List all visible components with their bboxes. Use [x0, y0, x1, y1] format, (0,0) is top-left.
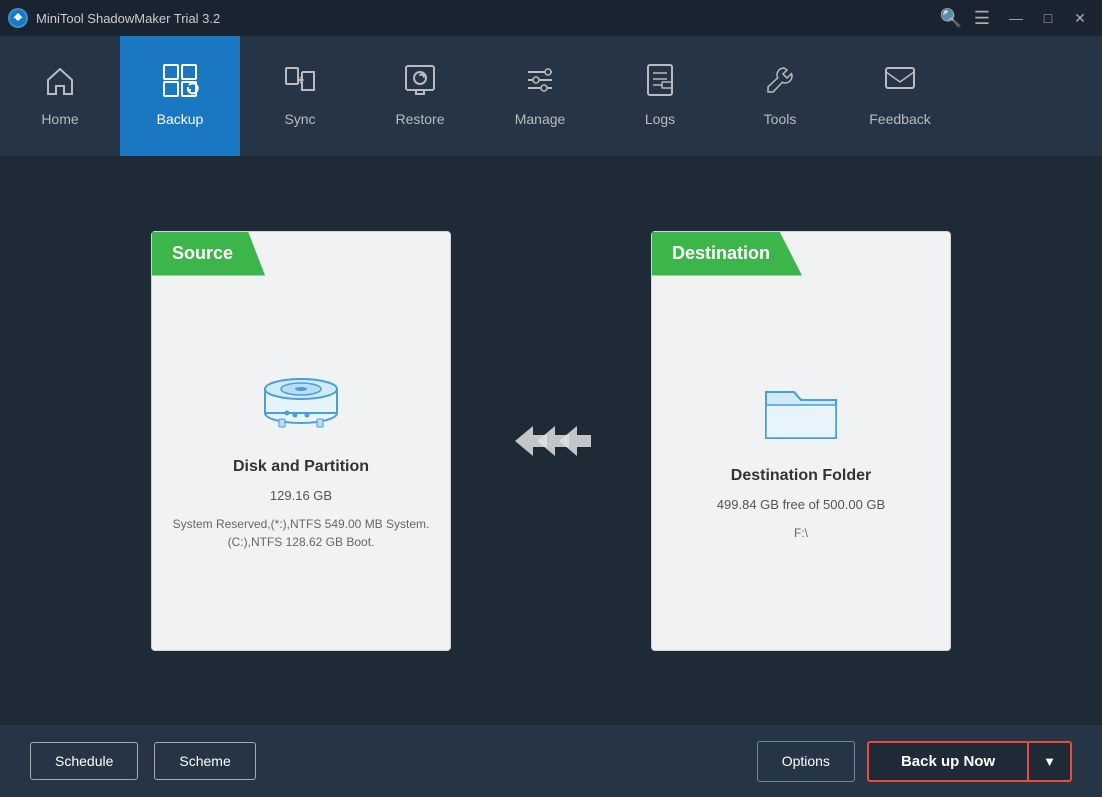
backup-icon [161, 62, 199, 103]
destination-card-header: Destination [652, 232, 802, 276]
window-controls: — □ ✕ [1002, 7, 1094, 29]
bottom-left-buttons: Schedule Scheme [30, 742, 256, 780]
sync-icon [282, 62, 318, 103]
nav-tools-label: Tools [764, 111, 797, 127]
nav-home-label: Home [41, 111, 78, 127]
nav-sync-label: Sync [284, 111, 315, 127]
destination-title: Destination Folder [731, 467, 871, 485]
backup-now-dropdown[interactable]: ▼ [1029, 741, 1072, 782]
nav-restore[interactable]: Restore [360, 36, 480, 156]
source-description: System Reserved,(*:),NTFS 549.00 MB Syst… [173, 515, 430, 551]
menu-icon[interactable]: ☰ [974, 8, 990, 29]
minimize-button[interactable]: — [1002, 7, 1030, 29]
search-icon[interactable]: 🔍 [939, 8, 961, 29]
nav-tools[interactable]: Tools [720, 36, 840, 156]
schedule-button[interactable]: Schedule [30, 742, 138, 780]
source-card-header: Source [152, 232, 265, 276]
nav-restore-label: Restore [395, 111, 444, 127]
destination-drive: F:\ [794, 524, 808, 542]
direction-arrow [511, 416, 591, 466]
title-bar: MiniTool ShadowMaker Trial 3.2 🔍 ☰ — □ ✕ [0, 0, 1102, 36]
title-left: MiniTool ShadowMaker Trial 3.2 [8, 8, 220, 28]
options-button[interactable]: Options [757, 741, 855, 782]
navbar: Home Backup Sync [0, 36, 1102, 156]
nav-logs-label: Logs [645, 111, 675, 127]
disk-icon [251, 361, 351, 446]
tools-icon [762, 62, 798, 103]
nav-manage-label: Manage [515, 111, 566, 127]
maximize-button[interactable]: □ [1034, 7, 1062, 29]
main-content: Source Disk and Partition 129.16 GB [0, 156, 1102, 725]
source-title: Disk and Partition [233, 458, 369, 476]
feedback-icon [882, 62, 918, 103]
bottom-right-buttons: Options Back up Now ▼ [757, 741, 1072, 782]
nav-manage[interactable]: Manage [480, 36, 600, 156]
nav-backup[interactable]: Backup [120, 36, 240, 156]
source-header-label: Source [152, 232, 265, 276]
nav-feedback-label: Feedback [869, 111, 930, 127]
backup-now-button[interactable]: Back up Now [867, 741, 1029, 782]
nav-home[interactable]: Home [0, 36, 120, 156]
restore-icon [402, 62, 438, 103]
destination-card[interactable]: Destination Destination Folder 499.84 GB… [651, 231, 951, 651]
app-title: MiniTool ShadowMaker Trial 3.2 [36, 11, 220, 26]
source-size: 129.16 GB [270, 488, 332, 503]
nav-sync[interactable]: Sync [240, 36, 360, 156]
nav-backup-label: Backup [157, 111, 204, 127]
app-logo [8, 8, 28, 28]
scheme-button[interactable]: Scheme [154, 742, 255, 780]
logs-icon [642, 62, 678, 103]
titlebar-controls: 🔍 ☰ — □ ✕ [939, 7, 1094, 29]
nav-logs[interactable]: Logs [600, 36, 720, 156]
manage-icon [522, 62, 558, 103]
home-icon [42, 62, 78, 103]
folder-icon [756, 370, 846, 455]
close-button[interactable]: ✕ [1066, 7, 1094, 29]
destination-free-info: 499.84 GB free of 500.00 GB [717, 497, 885, 512]
dropdown-arrow-icon: ▼ [1043, 754, 1056, 769]
source-card[interactable]: Source Disk and Partition 129.16 GB [151, 231, 451, 651]
destination-header-label: Destination [652, 232, 802, 276]
nav-feedback[interactable]: Feedback [840, 36, 960, 156]
bottom-bar: Schedule Scheme Options Back up Now ▼ [0, 725, 1102, 797]
